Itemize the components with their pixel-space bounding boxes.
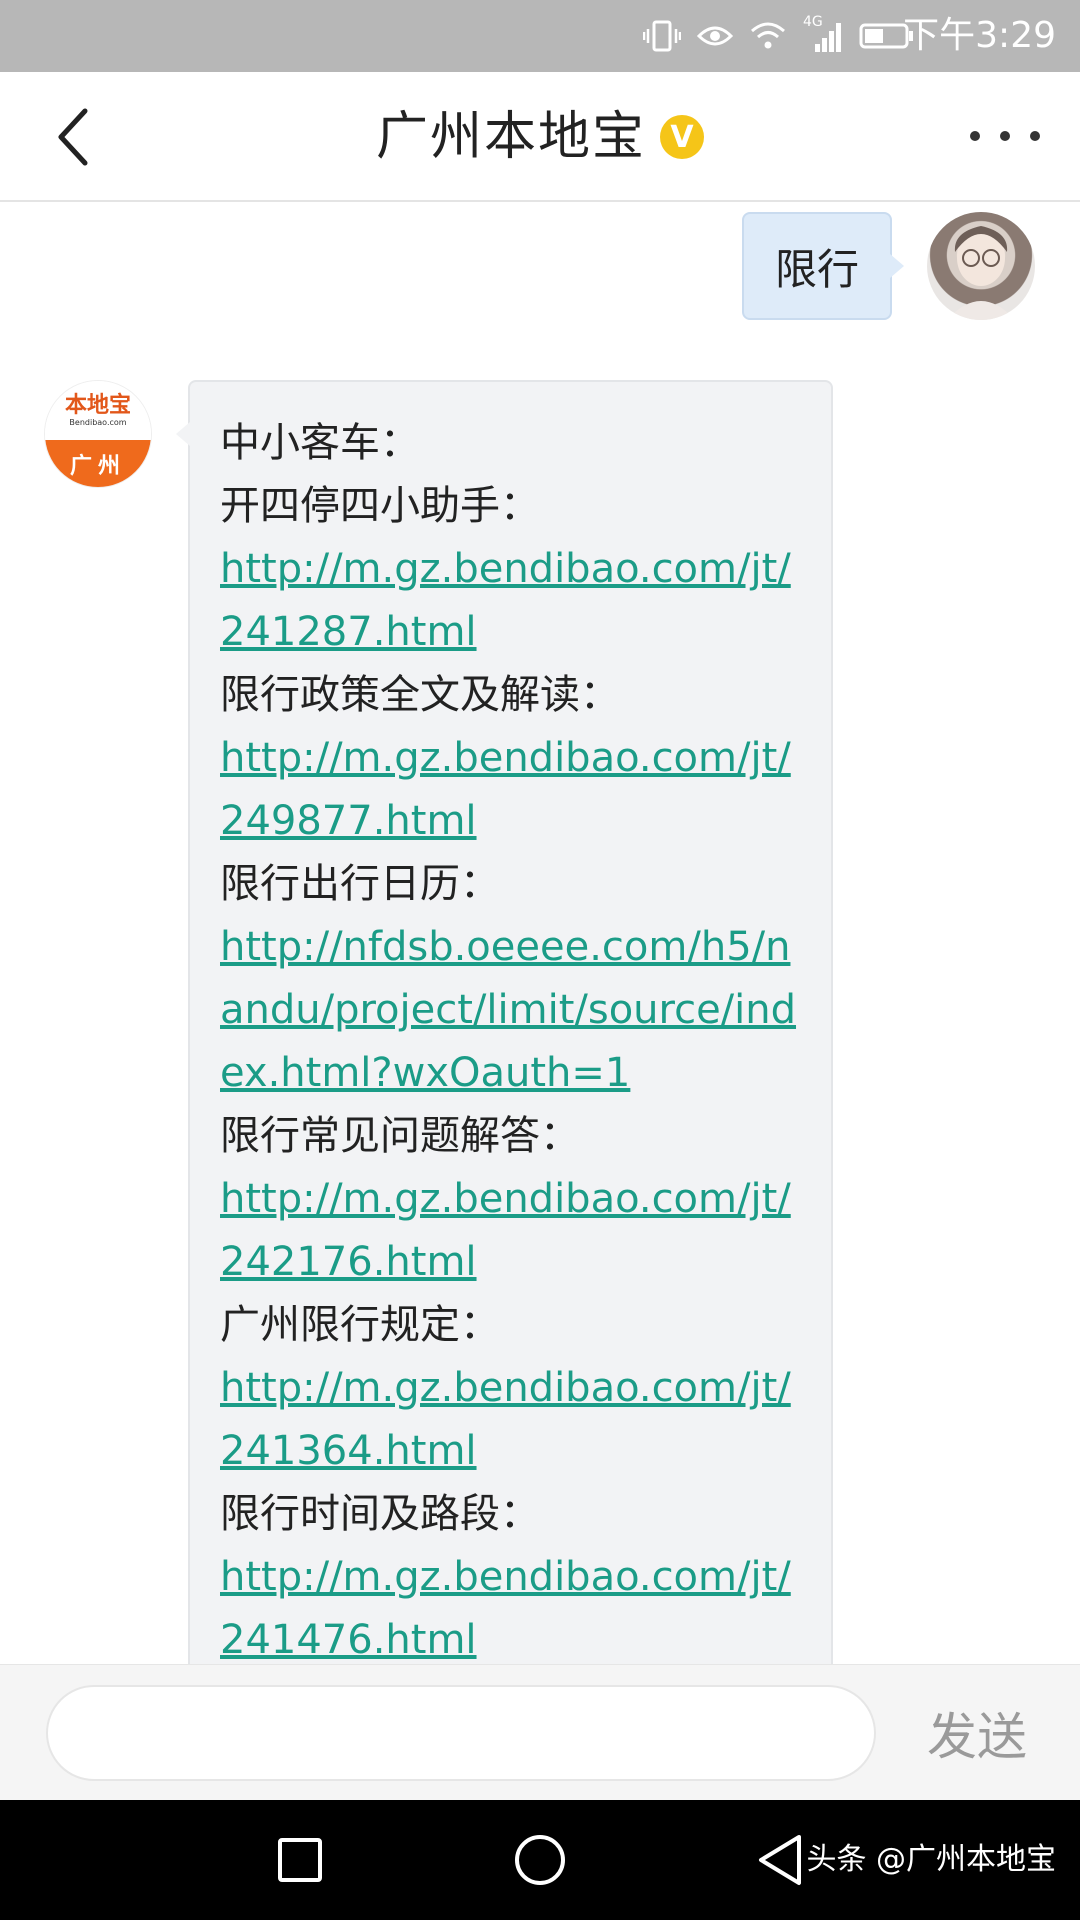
- signal-icon: 4G: [803, 14, 843, 54]
- more-dot: [970, 131, 980, 141]
- send-button[interactable]: 发送: [902, 1685, 1052, 1781]
- square-icon: [278, 1838, 322, 1882]
- chat-header: 广州本地宝 V: [0, 72, 1080, 202]
- triangle-back-icon: [759, 1835, 801, 1885]
- message-link[interactable]: http://m.gz.bendibao.com/jt/241476.html: [220, 1546, 805, 1664]
- more-options-button[interactable]: [970, 116, 1040, 156]
- status-icons: 4G: [643, 14, 915, 56]
- avatar-face-icon: [947, 226, 1015, 320]
- bot-avatar[interactable]: 本地宝 Bendibao.com 广州: [44, 380, 152, 488]
- message-line-text: 中小客车：: [220, 420, 420, 466]
- message-line-text: 开四停四小助手：: [220, 483, 540, 529]
- message-link[interactable]: http://nfdsb.oeeee.com/h5/nandu/project/…: [220, 916, 805, 1105]
- more-dot: [1030, 131, 1040, 141]
- message-link[interactable]: http://m.gz.bendibao.com/jt/241364.html: [220, 1357, 805, 1483]
- avatar-brand-area: 本地宝 Bendibao.com: [45, 381, 151, 441]
- wifi-icon: [751, 22, 785, 49]
- verified-badge-icon: V: [660, 115, 704, 159]
- user-message-bubble: 限行: [742, 212, 904, 320]
- message-link[interactable]: http://m.gz.bendibao.com/jt/242176.html: [220, 1168, 805, 1294]
- message-input[interactable]: [46, 1685, 876, 1781]
- page-title: 广州本地宝: [375, 107, 646, 167]
- eye-icon: [697, 26, 733, 46]
- input-bar: 发送: [0, 1664, 1080, 1800]
- status-time: 下午3:29: [903, 15, 1056, 56]
- home-button[interactable]: [508, 1828, 572, 1892]
- chat-area[interactable]: 限行 本地宝 Bendibao.com 广州 中小客车： 开四停四小助手： ht…: [0, 204, 1080, 1664]
- avatar-city-text: 广州: [45, 440, 151, 487]
- message-line-text: 限行时间及路段：: [220, 1491, 540, 1537]
- message-line-text: 限行出行日历：: [220, 861, 500, 907]
- message-line-text: 广州限行规定：: [220, 1302, 500, 1348]
- message-line-text: 限行常见问题解答：: [220, 1113, 580, 1159]
- user-message-text: 限行: [774, 244, 859, 294]
- more-dot: [1000, 131, 1010, 141]
- message-link[interactable]: http://m.gz.bendibao.com/jt/241287.html: [220, 538, 805, 664]
- avatar-brand-text: 本地宝: [64, 392, 131, 418]
- recent-apps-button[interactable]: [268, 1828, 332, 1892]
- title-wrap: 广州本地宝 V: [0, 102, 1080, 172]
- status-bar: 4G 下午3:29: [0, 0, 1080, 72]
- message-line-text: 限行政策全文及解读：: [220, 672, 620, 718]
- watermark-text: 头条 @广州本地宝: [806, 1842, 1056, 1877]
- system-nav-bar: 头条 @广州本地宝: [0, 1800, 1080, 1920]
- avatar-site-text: Bendibao.com: [69, 417, 127, 427]
- message-link[interactable]: http://m.gz.bendibao.com/jt/249877.html: [220, 727, 805, 853]
- bot-message-bubble: 中小客车： 开四停四小助手： http://m.gz.bendibao.com/…: [176, 380, 833, 1664]
- circle-icon: [515, 1835, 565, 1885]
- back-nav-button[interactable]: [748, 1828, 812, 1892]
- vibrate-icon: [643, 20, 681, 52]
- user-avatar[interactable]: [927, 212, 1035, 320]
